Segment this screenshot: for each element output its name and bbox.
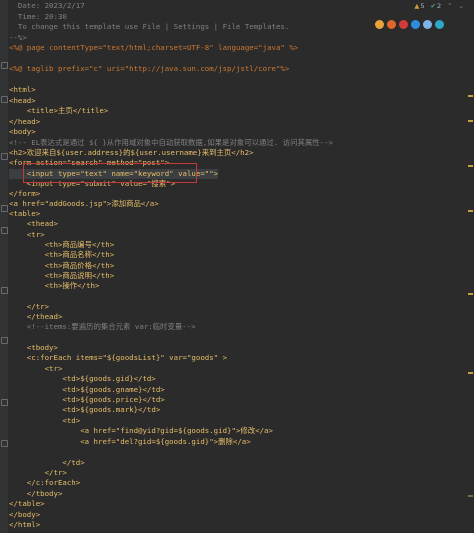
code-line-37[interactable]: <td>${goods.gid}</td> — [9, 374, 155, 384]
code-line-12[interactable]: </head> — [9, 117, 40, 127]
code-line-15[interactable]: <h2>欢迎来自${user.address}的${user.username}… — [9, 148, 254, 158]
warning-marker[interactable] — [468, 165, 473, 167]
warning-marker[interactable] — [468, 95, 473, 97]
code-line-49[interactable]: </table> — [9, 499, 45, 509]
code-line-31[interactable]: </thead> — [9, 312, 63, 322]
code-line-22[interactable]: <thead> — [9, 219, 58, 229]
code-line-23[interactable]: <tr> — [9, 230, 45, 240]
code-line-45[interactable]: </td> — [9, 458, 84, 468]
code-line-24[interactable]: <th>商品编号</th> — [9, 240, 115, 250]
code-line-14[interactable]: <!-- EL表达式是通过 ${ }从作用域对象中自动获取数据,如果是对象可以通… — [9, 138, 333, 148]
code-line-46[interactable]: </tr> — [9, 468, 67, 478]
safari-icon[interactable] — [423, 20, 432, 29]
info-marker[interactable] — [468, 495, 473, 497]
fold-marker-icon[interactable] — [1, 287, 8, 294]
code-line-26[interactable]: <th>商品价格</th> — [9, 261, 115, 271]
code-line-38[interactable]: <td>${goods.gname}</td> — [9, 385, 164, 395]
code-line-39[interactable]: <td>${goods.price}</td> — [9, 395, 164, 405]
fold-marker-icon[interactable] — [1, 440, 8, 447]
code-line-42[interactable]: <a href="find@yid?gid=${goods.gid}">修改</… — [9, 426, 273, 436]
code-line-47[interactable]: </c:forEach> — [9, 478, 80, 488]
firefox-icon[interactable] — [387, 20, 396, 29]
chrome-icon[interactable] — [375, 20, 384, 29]
editor-scrollbar[interactable] — [466, 0, 474, 533]
code-line-35[interactable]: <c:forEach items="${goodsList}" var="goo… — [9, 353, 227, 363]
code-line-10[interactable]: <head> — [9, 96, 36, 106]
editor-gutter[interactable] — [0, 0, 8, 533]
chevron-up-icon[interactable]: ⌃ — [447, 2, 452, 10]
inspection-widget[interactable]: ▲ 5 ✔ 2 ⌃ ⌄ — [414, 2, 464, 10]
code-line-11[interactable]: <title>主页</title> — [9, 106, 109, 116]
warning-icon: ▲ — [414, 2, 420, 10]
code-line-48[interactable]: </tbody> — [9, 489, 63, 499]
code-line-27[interactable]: <th>商品说明</th> — [9, 271, 115, 281]
warning-count[interactable]: ▲ 5 — [414, 2, 424, 10]
code-line-50[interactable]: </body> — [9, 510, 40, 520]
ie-icon[interactable] — [411, 20, 420, 29]
code-line-9[interactable]: <html> — [9, 85, 36, 95]
code-line-21[interactable]: <table> — [9, 209, 40, 219]
fold-marker-icon[interactable] — [1, 62, 8, 69]
code-line-5[interactable]: <%@ page contentType="text/html;charset=… — [9, 43, 298, 53]
browser-preview-toolbar — [375, 20, 444, 29]
fold-marker-icon[interactable] — [1, 227, 8, 234]
chevron-down-icon[interactable]: ⌄ — [459, 2, 464, 10]
warning-marker[interactable] — [468, 372, 473, 374]
selection-highlight-box — [23, 163, 197, 183]
code-line-20[interactable]: <a href="addGoods.jsp">添加商品</a> — [9, 199, 159, 209]
code-line-1[interactable]: Date: 2023/2/17 — [9, 1, 85, 11]
code-line-32[interactable]: <!--items:要遍历的集合元素 var:临时变量--> — [9, 322, 196, 332]
edge-icon[interactable] — [435, 20, 444, 29]
code-line-2[interactable]: Time: 20:30 — [9, 12, 67, 22]
code-line-51[interactable]: </html> — [9, 520, 40, 530]
fold-marker-icon[interactable] — [1, 153, 8, 160]
code-line-41[interactable]: <td> — [9, 416, 80, 426]
check-count[interactable]: ✔ 2 — [431, 2, 442, 10]
fold-marker-icon[interactable] — [1, 96, 8, 103]
code-line-36[interactable]: <tr> — [9, 364, 63, 374]
warning-marker[interactable] — [468, 210, 473, 212]
opera-icon[interactable] — [399, 20, 408, 29]
code-line-19[interactable]: </form> — [9, 189, 40, 199]
fold-marker-icon[interactable] — [1, 337, 8, 344]
checkmark-icon: ✔ — [430, 2, 436, 10]
code-line-43[interactable]: <a href="del?gid=${goods.gid}">删除</a> — [9, 437, 251, 447]
code-line-30[interactable]: </tr> — [9, 302, 49, 312]
code-line-25[interactable]: <th>商品名称</th> — [9, 250, 115, 260]
warning-marker[interactable] — [468, 293, 473, 295]
fold-marker-icon[interactable] — [1, 399, 8, 406]
code-line-13[interactable]: <body> — [9, 127, 36, 137]
fold-marker-icon[interactable] — [1, 205, 8, 212]
code-line-3[interactable]: To change this template use File | Setti… — [9, 22, 289, 32]
code-line-28[interactable]: <th>操作</th> — [9, 281, 100, 291]
code-line-4[interactable]: --%> — [9, 33, 27, 43]
code-editor[interactable]: Date: 2023/2/17 Time: 20:30 To change th… — [0, 0, 474, 533]
code-line-34[interactable]: <tbody> — [9, 343, 58, 353]
code-line-40[interactable]: <td>${goods.mark}</td> — [9, 405, 160, 415]
warning-marker[interactable] — [468, 120, 473, 122]
code-line-7[interactable]: <%@ taglib prefix="c" uri="http://java.s… — [9, 64, 289, 74]
